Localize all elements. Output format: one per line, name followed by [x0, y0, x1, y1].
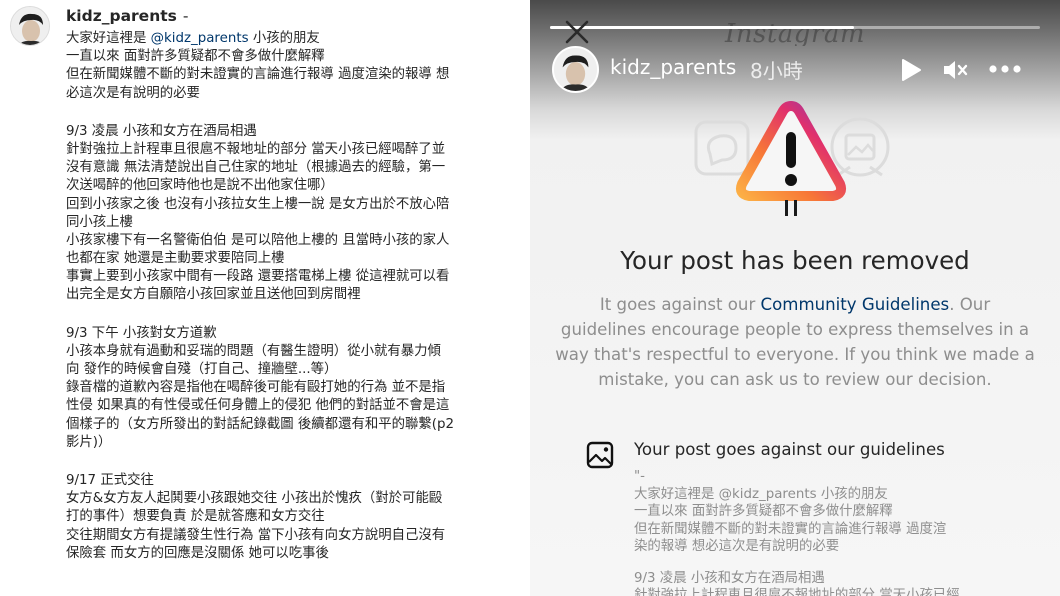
caption-line: 9/3 下午 小孩對女方道歉 — [66, 325, 217, 341]
post-caption: 大家好這裡是 @kidz_parents 小孩的朋友 一直以來 面對許多質疑都不會… — [66, 30, 512, 563]
caption-line: 沒有意識 無法清楚說出自己住家的地址（根據過去的經驗，第一 — [66, 160, 446, 176]
caption-line: 回到小孩家之後 也沒有小孩拉女生上樓一說 是女方出於不放心陪 — [66, 196, 450, 212]
caption-line: 向 發作的時候會自殘（打自己、撞牆壁...等） — [66, 362, 338, 377]
caption-line: 個樣子的（女方所發出的對話紀錄截圖 後續都還有和平的聯繫(p2 — [66, 416, 455, 432]
removal-title: Your post has been removed — [620, 246, 970, 275]
play-icon[interactable] — [900, 58, 922, 82]
story-viewer: Instagram kidz_parents 8小時 Your post has… — [530, 0, 1060, 596]
avatar-image — [11, 7, 49, 45]
quote-line: 染的報導 想必這次是有說明的必要 — [634, 539, 840, 554]
more-icon[interactable] — [988, 64, 1022, 74]
caption-line: 大家好這裡是 @kidz_parents 小孩的朋友 — [66, 30, 512, 48]
caption-line: 打的事件）想要負責 於是就答應和女方交往 — [66, 509, 325, 525]
caption-text: 大家好這裡是 — [66, 31, 151, 46]
quoted-post-text: "- 大家好這裡是 @kidz_parents 小孩的朋友 一直以來 面對許多質疑都… — [634, 468, 1034, 596]
caption-text: 小孩的朋友 — [248, 31, 320, 46]
caption-line: 針對強拉上計程車且很扈不報地址的部分 當天小孩已經喝醉了並 — [66, 141, 446, 157]
warning-icon — [735, 101, 847, 201]
story-avatar-image — [554, 48, 597, 91]
caption-line: 出完全是女方自願陪小孩回家並且送他回到房間裡 — [66, 287, 361, 303]
post-caption-panel: kidz_parents - 大家好這裡是 @kidz_parents 小孩的朋友… — [0, 0, 528, 596]
caption-line: 同小孩上樓 — [66, 214, 133, 230]
post-username[interactable]: kidz_parents — [66, 7, 177, 25]
instagram-wordmark: Instagram — [724, 19, 866, 46]
username-dash: - — [182, 7, 189, 25]
story-progress-fill — [550, 26, 854, 29]
story-progress-bar — [550, 26, 1040, 29]
quote-line: "- — [634, 469, 645, 484]
caption-line: 影片)） — [66, 434, 112, 450]
quote-line: 大家好這裡是 @kidz_parents 小孩的朋友 — [634, 486, 888, 502]
removal-message-start: It goes against our — [599, 295, 761, 314]
mention-link[interactable]: @kidz_parents — [151, 31, 249, 46]
caption-line: 次送喝醉的他回家時他也是說不出他家住哪） — [66, 178, 334, 194]
caption-line: 女方&女方友人起鬨要小孩跟她交往 小孩出於愧疚（對於可能毆 — [66, 491, 443, 507]
community-guidelines-link[interactable]: Community Guidelines — [761, 295, 950, 314]
caption-line: 交往期間女方有提議發生性行為 當下小孩有向女方說明自己沒有 — [66, 527, 446, 543]
caption-line: 小孩家樓下有一名警衛伯伯 是可以陪他上樓的 且當時小孩的家人 — [66, 232, 450, 248]
image-icon — [586, 441, 614, 469]
caption-line: 9/3 凌晨 小孩和女方在酒局相遇 — [66, 123, 257, 139]
quote-line: 針對強拉上計程車且很扈不報地址的部分 當天小孩已經 — [634, 588, 960, 596]
caption-line: 性侵 如果真的有性侵或任何身體上的侵犯 他們的對話並不會是這 — [66, 398, 450, 414]
avatar[interactable] — [10, 6, 50, 46]
story-timestamp: 8小時 — [750, 59, 803, 83]
caption-line: 小孩本身就有過動和妥瑞的問題（有醫生證明）從小就有暴力傾 — [66, 343, 441, 359]
caption-line: 一直以來 面對許多質疑都不會多做什麼解釋 — [66, 49, 325, 65]
story-avatar[interactable] — [552, 46, 599, 93]
quote-line: 9/3 凌晨 小孩和女方在酒局相遇 — [634, 570, 825, 586]
quote-spacer — [634, 556, 1034, 570]
removal-message: It goes against our Community Guidelines… — [555, 292, 1035, 392]
violation-reason-title: Your post goes against our guidelines — [634, 440, 945, 459]
mute-icon[interactable] — [942, 58, 968, 82]
caption-line: 保險套 而女方的回應是沒關係 她可以吃事後 — [66, 545, 329, 561]
stand-icon — [785, 200, 797, 216]
quote-line: 但在新聞媒體不斷的對未證實的言論進行報導 過度渲 — [634, 521, 947, 537]
post-author[interactable]: kidz_parents - — [66, 7, 188, 25]
caption-line: 9/17 正式交往 — [66, 472, 154, 488]
close-icon[interactable] — [562, 17, 592, 47]
caption-line: 也都在家 她還是主動要求要陪同上樓 — [66, 251, 285, 267]
caption-line: 事實上要到小孩家中間有一段路 還要搭電梯上樓 從這裡就可以看 — [66, 269, 450, 285]
caption-line: 錄音檔的道歉內容是指他在喝醉後可能有毆打她的行為 並不是指 — [66, 380, 446, 396]
caption-line: 但在新聞媒體不斷的對未證實的言論進行報導 過度渲染的報導 想 — [66, 67, 450, 83]
story-username[interactable]: kidz_parents — [610, 55, 736, 79]
quote-line: 一直以來 面對許多質疑都不會多做什麼解釋 — [634, 504, 893, 519]
caption-line: 必這次是有說明的必要 — [66, 85, 200, 101]
